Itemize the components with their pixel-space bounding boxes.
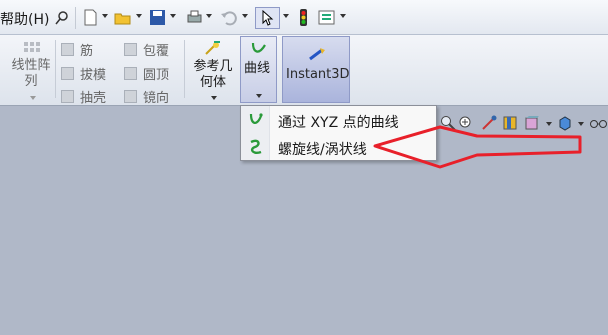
annotation-arrow	[373, 125, 582, 169]
